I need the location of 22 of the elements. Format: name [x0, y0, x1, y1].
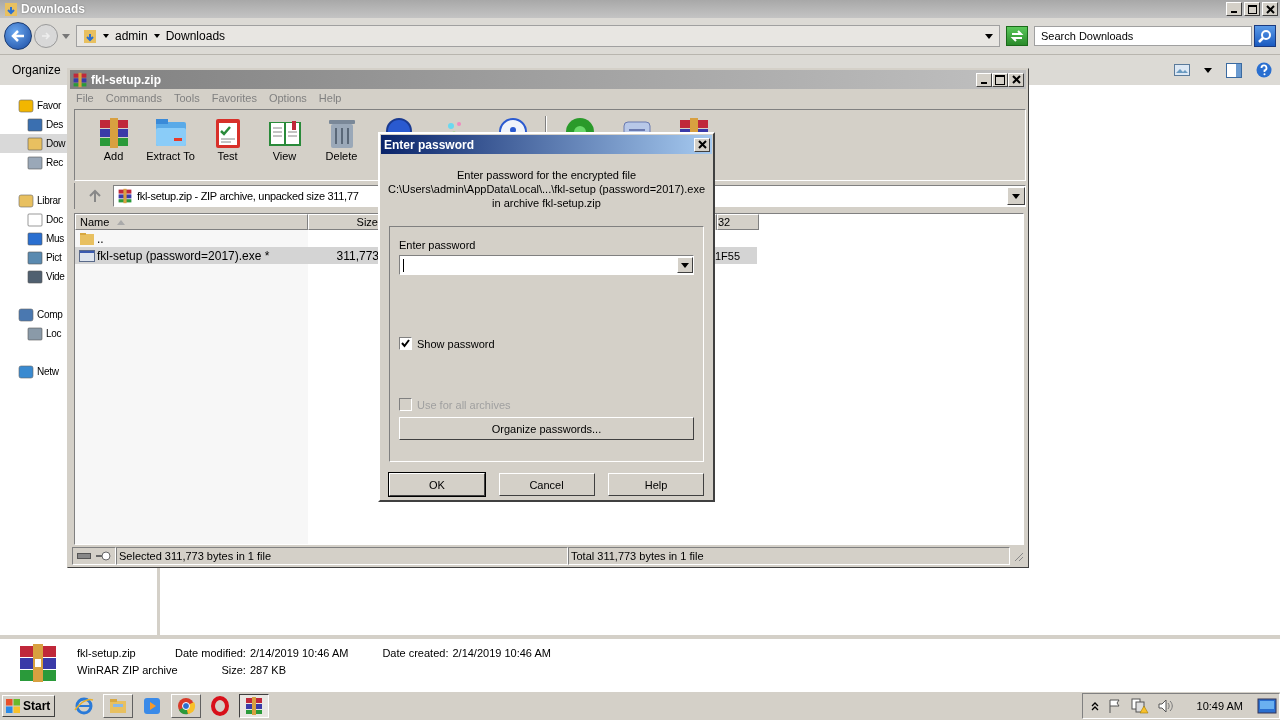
field-label: Enter password — [399, 239, 477, 251]
file-name: fkl-setup (password=2017).exe * — [97, 248, 270, 263]
detail-label: Date created: — [382, 647, 449, 659]
file-size: 311,773 — [336, 248, 379, 263]
table-cell: 1F55 — [715, 249, 741, 262]
dialog-title: Enter password — [384, 137, 475, 152]
path-text: fkl-setup.zip - ZIP archive, unpacked size 311,77 — [137, 190, 359, 202]
detail-label: Date modified: — [175, 647, 246, 659]
detail-value: 2/14/2019 10:46 AM — [249, 647, 349, 659]
window-title: Downloads — [21, 2, 85, 16]
file-name: .. — [97, 231, 104, 246]
file-type: WinRAR ZIP archive — [77, 664, 175, 676]
status-text: Selected 311,773 bytes in 1 file — [116, 547, 568, 565]
dialog-message: in archive fkl-setup.zip — [492, 196, 601, 210]
file-name: fkl-setup.zip — [77, 647, 137, 659]
window-title: fkl-setup.zip — [91, 72, 161, 87]
dialog-message: Enter password for the encrypted file — [456, 168, 637, 182]
status-text: Total 311,773 bytes in 1 file — [568, 547, 1010, 565]
detail-value: 2/14/2019 10:46 AM — [452, 647, 551, 659]
detail-value: 287 KB — [249, 664, 288, 676]
detail-label: Size: — [220, 664, 246, 676]
dialog-message: C:\Users\admin\AppData\Local\...\fkl-setup (password=2017).exe — [388, 182, 705, 196]
